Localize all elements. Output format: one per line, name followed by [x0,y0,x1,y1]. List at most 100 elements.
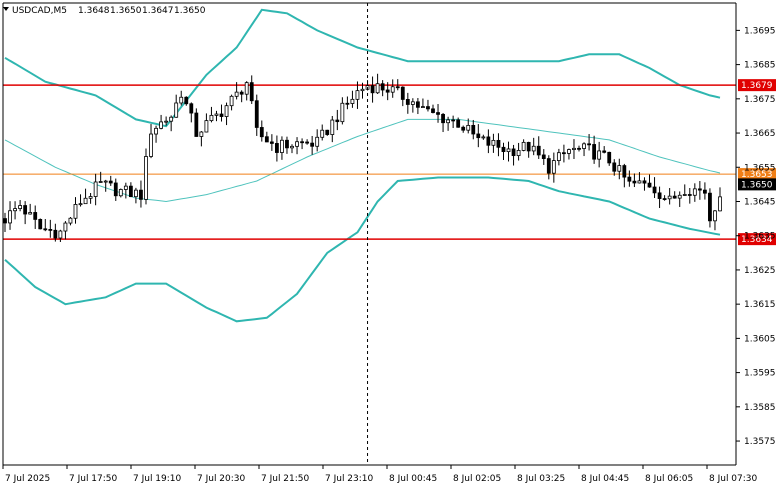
middle-band [4,118,721,203]
candle-up [340,102,345,123]
candle-down [708,192,712,222]
symbol-title: USDCAD,M5 [12,6,67,16]
y-tick-label: 1.3635 [744,232,776,242]
candle-down [48,229,53,231]
candle-down [259,127,264,138]
lower-band [4,176,721,323]
candle-up [667,195,672,200]
candle-up [516,150,521,157]
horizontal-levels: 1.36791.36531.36501.3634 [3,79,776,246]
candle-down [53,229,58,239]
candle-up [617,165,622,172]
candle-down [405,99,410,105]
y-tick-label: 1.3675 [744,95,776,105]
x-tick-label: 8 Jul 03:25 [517,474,565,484]
candle-up [280,139,284,153]
candle-up [154,127,158,135]
candle-up [174,102,179,118]
candle-down [108,180,113,184]
candle-down [546,158,551,174]
candle-down [345,102,350,105]
candle-down [697,188,702,191]
candle-up [582,143,586,149]
y-tick-label: 1.3615 [744,300,776,310]
candle-down [275,143,279,153]
candle-down [239,91,244,95]
candle-up [204,120,209,133]
candle-up [320,129,325,138]
candle-up [692,188,697,196]
candle-down [395,86,400,89]
candle-down [702,189,707,194]
axes: 1.36951.36851.36751.36651.36551.36451.36… [2,2,776,484]
candle-up [390,86,395,93]
candle-up [597,150,602,160]
x-tick-label: 8 Jul 00:45 [389,474,437,484]
bid-price-label: 1.3650 [741,180,773,190]
candle-down [385,89,390,93]
candle-up [78,203,83,206]
candle-up [682,194,687,196]
candle-down [139,189,143,200]
ohlc-low: 1.3647 [142,6,174,16]
candle-up [491,139,496,146]
candle-up [159,121,163,129]
candle-up [531,145,536,152]
candle-up [103,180,108,183]
candle-up [572,147,576,150]
candle-up [28,212,33,215]
y-tick-label: 1.3585 [744,403,776,413]
candle-down [476,133,481,139]
x-tick-label: 7 Jul 21:50 [261,474,310,484]
x-tick-label: 7 Jul 20:30 [197,474,246,484]
candle-up [199,131,204,137]
candle-down [128,185,133,198]
candle-down [23,205,28,215]
candle-up [350,98,355,104]
candle-up [421,106,425,108]
candle-down [38,219,43,230]
candle-down [436,112,440,115]
candle-up [68,217,73,224]
candle-up [144,156,148,200]
candle-up [718,196,722,212]
candle-up [481,136,486,139]
y-tick-label: 1.3625 [744,266,776,276]
candle-up [637,180,642,184]
y-tick-label: 1.3645 [744,197,776,207]
candle-down [3,218,7,224]
x-tick-label: 8 Jul 04:45 [581,474,629,484]
candle-down [335,119,340,123]
y-tick-label: 1.3575 [744,437,776,447]
candle-down [189,103,194,114]
candle-up [446,119,450,124]
candle-up [123,185,128,190]
candle-down [219,113,224,117]
candle-down [526,141,531,152]
candle-up [73,204,78,219]
candle-up [466,124,471,131]
candle-up [234,91,239,97]
candle-down [632,180,637,184]
candle-up [506,148,511,153]
candle-up [18,205,23,209]
candle-down [541,154,546,159]
candle-down [486,136,491,146]
y-tick-label: 1.3685 [744,61,776,71]
candle-down [511,148,516,157]
candle-up [13,208,17,212]
candle-up [567,149,571,154]
x-tick-label: 8 Jul 06:05 [645,474,693,484]
candle-down [577,147,581,150]
dropdown-icon[interactable] [3,7,9,11]
candle-down [415,101,420,108]
x-tick-label: 8 Jul 02:05 [453,474,501,484]
candle-up [209,114,214,122]
candle-up [149,133,153,157]
chart-header: USDCAD,M5 1.3648 1.3650 1.3647 1.3650 [3,6,206,16]
candle-up [521,141,526,151]
candle-down [642,180,647,184]
candle-up [315,136,320,147]
x-tick-label: 7 Jul 23:10 [325,474,374,484]
x-tick-label: 7 Jul 2025 [5,474,50,484]
